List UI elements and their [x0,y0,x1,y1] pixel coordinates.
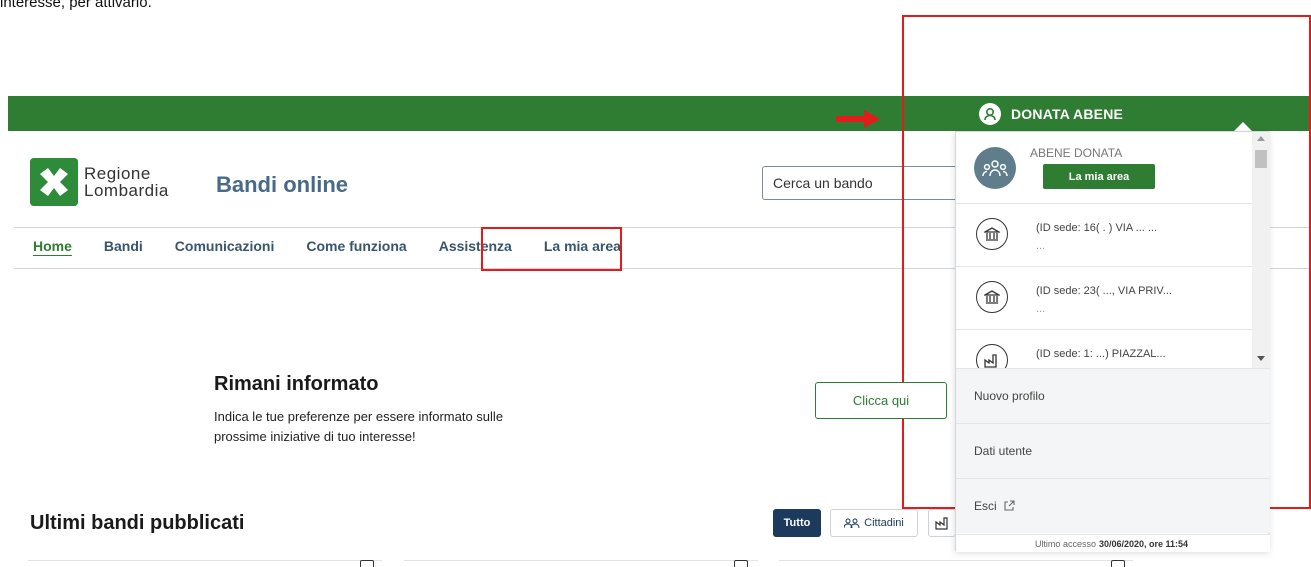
site-text: (ID sede: 1: ...) PIAZZAL... [1036,348,1166,360]
last-access: Ultimo accesso 30/06/2020, ore 11:54 [956,534,1270,552]
nav-home[interactable]: Home [33,238,72,254]
logo-mark-icon [30,158,78,206]
red-arrow-annotation [836,110,880,128]
bank-icon [976,281,1008,313]
external-link-icon [1004,500,1015,511]
intro-text: interesse, per attivarlo. [0,0,152,11]
scroll-up-icon[interactable] [1257,136,1265,141]
latest-title: Ultimi bandi pubblicati [30,512,245,534]
site-item[interactable]: (ID sede: 16( . ) VIA ... ... ... [956,204,1270,267]
dropdown-caret [1234,122,1252,131]
site-item[interactable]: (ID sede: 1: ...) PIAZZAL... [956,330,1270,368]
factory-icon [976,344,1008,368]
bookmark-icon[interactable] [1111,560,1125,567]
user-dropdown: ABENE DONATA La mia area (ID sede: 16( .… [955,131,1270,552]
menu-dati-utente[interactable]: Dati utente [956,423,1270,478]
inform-title: Rimani informato [214,373,379,395]
profile-item[interactable]: ABENE DONATA La mia area [956,132,1270,204]
citizens-icon [844,518,860,528]
nav-come-funziona[interactable]: Come funziona [306,238,406,254]
bando-card[interactable] [404,560,758,567]
scrollbar[interactable] [1252,132,1270,368]
site-text: (ID sede: 23( ..., VIA PRIV... [1036,285,1172,297]
menu-esci[interactable]: Esci [956,478,1270,533]
scroll-thumb[interactable] [1255,150,1267,168]
site-subtext: ... [1036,303,1046,315]
factory-icon [935,517,948,530]
highlight-box-nav [481,227,622,271]
logo-text: Regione Lombardia [84,164,169,200]
inform-description: Indica le tue preferenze per essere info… [214,409,504,444]
profiles-scroll-area[interactable]: ABENE DONATA La mia area (ID sede: 16( .… [956,132,1270,368]
nav-comunicazioni[interactable]: Comunicazioni [175,238,275,254]
filter-tutto-button[interactable]: Tutto [773,509,821,537]
clicca-qui-button[interactable]: Clicca qui [815,382,947,419]
scroll-down-icon[interactable] [1257,356,1265,361]
app-title[interactable]: Bandi online [216,172,348,198]
bando-card[interactable] [28,560,382,567]
bookmark-icon[interactable] [734,560,748,567]
site-item[interactable]: (ID sede: 23( ..., VIA PRIV... ... [956,267,1270,330]
site-subtext: ... [1036,240,1046,252]
filter-cittadini-button[interactable]: Cittadini [830,509,918,537]
regione-lombardia-logo[interactable]: Regione Lombardia [30,158,169,206]
bank-icon [976,218,1008,250]
menu-nuovo-profilo[interactable]: Nuovo profilo [956,368,1270,423]
profile-name: ABENE DONATA [1030,146,1123,160]
nav-bandi[interactable]: Bandi [104,238,143,254]
site-text: (ID sede: 16( . ) VIA ... ... [1036,222,1158,234]
bookmark-icon[interactable] [360,560,374,567]
people-icon [974,147,1016,189]
bando-card[interactable] [779,560,1133,567]
filter-imprese-button[interactable] [928,509,956,537]
la-mia-area-button[interactable]: La mia area [1043,164,1155,189]
